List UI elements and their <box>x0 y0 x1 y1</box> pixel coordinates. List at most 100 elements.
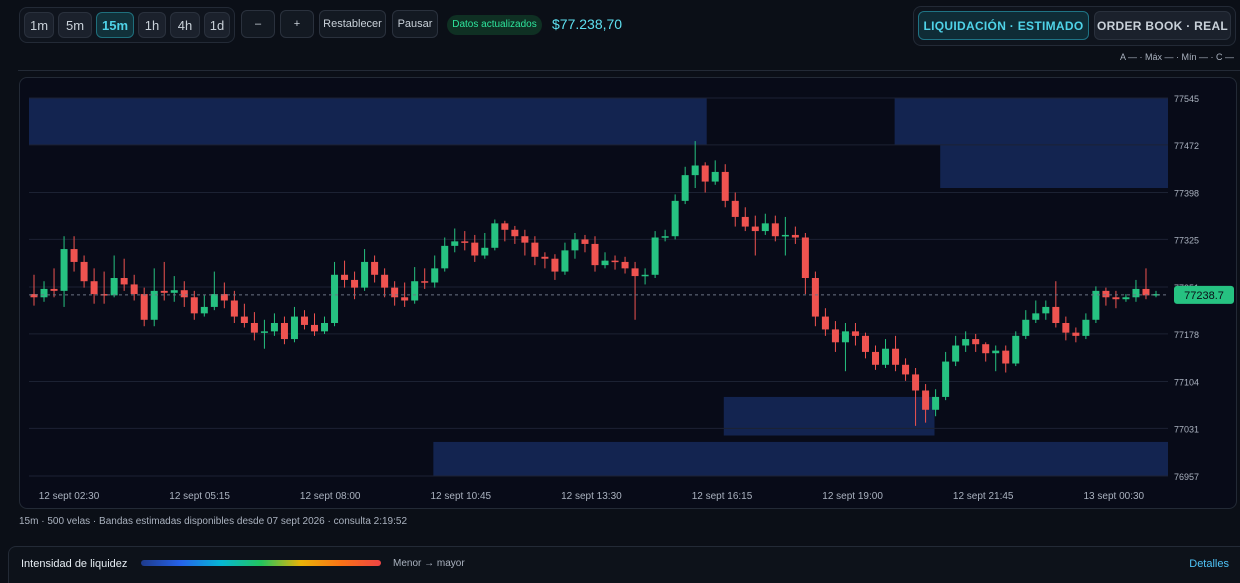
candle-body <box>731 200 739 217</box>
candle-body <box>341 274 349 280</box>
candle-body <box>541 256 549 259</box>
candle-body <box>721 171 729 201</box>
candle-body <box>992 350 1000 354</box>
x-tick-label: 12 sept 08:00 <box>300 491 361 502</box>
candle-body <box>471 242 479 256</box>
candle-body <box>811 278 819 317</box>
y-tick-label: 77545 <box>1174 94 1199 104</box>
candle-body <box>741 216 749 227</box>
candle-body <box>311 324 318 332</box>
mode-tabs: LIQUIDACIÓN · ESTIMADO ORDER BOOK · REAL <box>913 6 1236 46</box>
candle-body <box>1082 319 1090 336</box>
x-tick-label: 12 sept 10:45 <box>430 491 491 502</box>
candle-body <box>401 297 409 301</box>
candle-body <box>1062 323 1070 333</box>
x-tick-label: 13 sept 00:30 <box>1083 491 1144 502</box>
candle-body <box>1052 306 1060 323</box>
candle-body <box>932 396 940 410</box>
tab-liquidation-estimate[interactable]: LIQUIDACIÓN · ESTIMADO <box>918 11 1089 40</box>
candle-body <box>1032 313 1040 320</box>
liquidity-intensity-bar: Intensidad de liquidez Menor → mayor Det… <box>8 546 1240 583</box>
candle-body <box>561 250 569 272</box>
candle-body <box>230 300 238 317</box>
candle-body <box>461 241 469 243</box>
reset-button[interactable]: Restablecer <box>319 10 386 38</box>
timeframe-1h-button[interactable]: 1h <box>138 12 166 38</box>
candle-body <box>321 323 329 332</box>
candle-body <box>120 278 128 285</box>
liquidity-band <box>723 396 935 436</box>
timeframe-5m-button[interactable]: 5m <box>58 12 92 38</box>
candle-body <box>801 237 809 278</box>
candle-body <box>771 223 779 237</box>
candle-body <box>972 339 980 345</box>
candle-body <box>551 258 559 272</box>
candle-body <box>521 236 529 243</box>
zoom-in-button[interactable]: + <box>280 10 314 38</box>
candle-body <box>571 239 579 251</box>
candle-body <box>290 316 298 340</box>
x-tick-label: 12 sept 16:15 <box>692 491 753 502</box>
candle-body <box>701 165 709 182</box>
candle-body <box>371 261 379 275</box>
candle-body <box>902 364 910 375</box>
candle-body <box>170 290 178 293</box>
candle-body <box>1112 297 1120 300</box>
chart-panel[interactable]: 7754577472773987732577251771787710477031… <box>19 77 1237 509</box>
candle-body <box>1122 297 1130 300</box>
x-tick-label: 12 sept 02:30 <box>39 491 100 502</box>
candle-body <box>851 331 859 336</box>
candle-body <box>110 278 118 296</box>
candle-body <box>50 288 58 291</box>
candle-body <box>922 390 930 410</box>
candlestick-chart[interactable]: 7754577472773987732577251771787710477031… <box>20 78 1238 510</box>
candle-body <box>1042 306 1050 314</box>
candle-body <box>791 234 799 238</box>
candle-body <box>601 260 609 266</box>
candle-body <box>531 242 539 257</box>
status-badge: Datos actualizados <box>447 15 542 35</box>
candle-body <box>300 316 308 325</box>
candle-body <box>40 288 48 298</box>
candle-body <box>250 323 258 333</box>
candle-body <box>391 287 399 298</box>
chart-footnote: 15m · 500 velas · Bandas estimadas dispo… <box>19 516 408 527</box>
timeframe-4h-button[interactable]: 4h <box>170 12 200 38</box>
candle-body <box>351 279 359 288</box>
candle-body <box>831 329 839 343</box>
candle-body <box>661 236 669 238</box>
candle-body <box>60 249 68 291</box>
candle-body <box>70 249 78 262</box>
toolbar-divider <box>18 70 1240 71</box>
timeframe-15m-button[interactable]: 15m <box>96 12 134 38</box>
candle-body <box>1102 290 1110 298</box>
timeframe-1d-button[interactable]: 1d <box>204 12 230 38</box>
candle-body <box>411 281 419 301</box>
candle-body <box>80 261 88 282</box>
candle-body <box>280 323 288 340</box>
candle-body <box>451 241 459 246</box>
candle-body <box>892 348 900 365</box>
candle-body <box>942 361 950 397</box>
candle-body <box>591 243 599 266</box>
candle-body <box>180 290 188 298</box>
pause-button[interactable]: Pausar <box>392 10 438 38</box>
candle-body <box>260 331 268 333</box>
x-tick-label: 12 sept 05:15 <box>169 491 230 502</box>
tab-order-book-real[interactable]: ORDER BOOK · REAL <box>1094 11 1231 40</box>
candle-body <box>361 261 369 288</box>
liquidity-band <box>29 98 707 145</box>
details-link[interactable]: Detalles <box>1189 558 1229 570</box>
timeframe-1m-button[interactable]: 1m <box>24 12 54 38</box>
candle-body <box>421 281 429 283</box>
zoom-out-button[interactable]: – <box>241 10 275 38</box>
candle-body <box>641 274 649 277</box>
candle-body <box>210 294 218 307</box>
candle-body <box>501 223 509 230</box>
x-tick-label: 12 sept 21:45 <box>953 491 1014 502</box>
last-price-label: 77238.7 <box>1184 290 1224 302</box>
intensity-label: Intensidad de liquidez <box>21 558 128 570</box>
y-tick-label: 77178 <box>1174 330 1199 340</box>
candle-body <box>130 284 138 295</box>
candle-body <box>631 268 639 277</box>
